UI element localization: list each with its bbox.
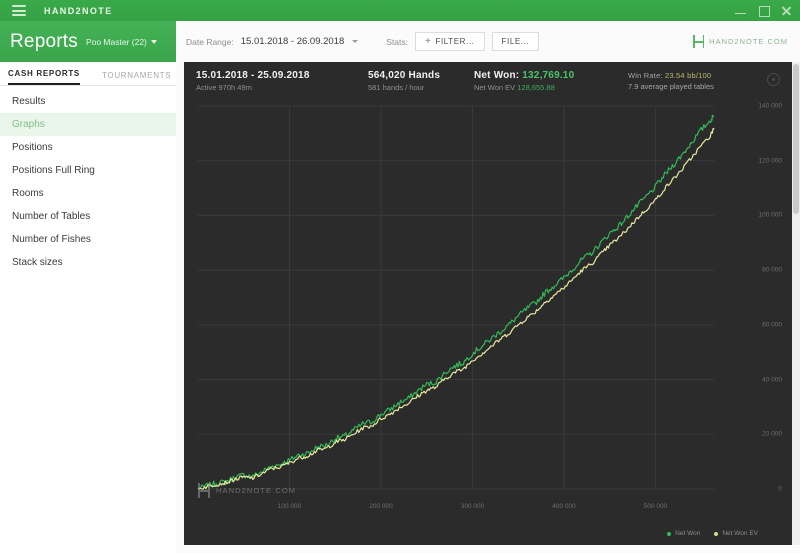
- chart-panel: 15.01.2018 - 25.09.2018 Active 970h 49m …: [184, 62, 792, 545]
- stat-date-range-value: 15.01.2018 - 25.09.2018: [196, 70, 310, 81]
- filter-button[interactable]: + FILTER...: [415, 32, 485, 51]
- sidebar-item-number-of-fishes[interactable]: Number of Fishes: [0, 228, 176, 251]
- legend-label-net-won: Net Won: [675, 530, 701, 537]
- file-button[interactable]: FILE...: [491, 32, 540, 51]
- x-axis-tick-label: 300 000: [460, 503, 485, 510]
- x-axis-tick-label: 500 000: [643, 503, 668, 510]
- y-axis-tick-label: 140 000: [758, 102, 783, 110]
- brand-logo: HAND2NOTE.COM: [693, 35, 788, 48]
- stat-net-won-ev-line: Net Won EV 128,655.88: [474, 83, 622, 92]
- stat-date-range: 15.01.2018 - 25.09.2018 Active 970h 49m: [196, 70, 368, 92]
- legend-dot-net-won-ev: [714, 531, 719, 536]
- toolbar: Date Range: 15.01.2018 - 26.09.2018 Stat…: [176, 21, 800, 62]
- stat-avg-tables: 7.9 average played tables: [628, 82, 714, 91]
- main-content: Date Range: 15.01.2018 - 26.09.2018 Stat…: [176, 21, 800, 553]
- chart-watermark: HAND2NOTE.COM: [198, 483, 296, 498]
- application-window: HAND2NOTE Reports Poo Master (22) CASH R…: [0, 0, 800, 553]
- sidebar: Reports Poo Master (22) CASH REPORTS TOU…: [0, 21, 176, 553]
- brand-text: HAND2NOTE.COM: [709, 37, 788, 46]
- sidebar-list: Results Graphs Positions Positions Full …: [0, 86, 176, 274]
- chevron-down-icon: [150, 39, 157, 44]
- stat-win-rate-label: Win Rate:: [628, 71, 663, 80]
- player-filter-label: Poo Master (22): [85, 36, 147, 47]
- sidebar-item-rooms[interactable]: Rooms: [0, 182, 176, 205]
- stat-net-won-label: Net Won:: [474, 70, 520, 81]
- stat-net-won-ev-value: 128,655.88: [517, 83, 555, 92]
- legend-dot-net-won: [667, 531, 672, 536]
- hand2note-h-icon-watermark: [198, 483, 210, 498]
- hand2note-h-icon: [693, 35, 705, 48]
- stat-win-rate-value: 23.54 bb/100: [665, 71, 712, 80]
- sidebar-item-positions[interactable]: Positions: [0, 136, 176, 159]
- gear-icon[interactable]: [767, 73, 780, 86]
- stats-label: Stats:: [386, 36, 409, 47]
- title-bar: HAND2NOTE: [0, 0, 800, 21]
- y-axis-tick-label: 100 000: [758, 211, 783, 219]
- stat-win-rate-line: Win Rate: 23.54 bb/100: [628, 71, 714, 80]
- y-axis-tick-label: 40 000: [762, 376, 782, 384]
- y-axis-tick-label: 80 000: [762, 266, 782, 274]
- date-range-value[interactable]: 15.01.2018 - 26.09.2018: [241, 36, 345, 47]
- sidebar-header: Reports Poo Master (22): [0, 21, 176, 62]
- legend-label-net-won-ev: Net Won EV: [722, 530, 758, 537]
- tab-tournaments[interactable]: TOURNAMENTS: [102, 71, 171, 85]
- stat-net-won-line: Net Won: 132,769.10: [474, 70, 622, 81]
- stat-net-won-ev-label: Net Won EV: [474, 83, 516, 92]
- window-controls: [735, 5, 792, 17]
- stats-summary: 15.01.2018 - 25.09.2018 Active 970h 49m …: [184, 62, 792, 100]
- maximize-icon[interactable]: [758, 5, 770, 17]
- legend-item-net-won[interactable]: Net Won: [667, 530, 700, 537]
- line-chart[interactable]: [184, 100, 792, 545]
- vertical-scrollbar[interactable]: [792, 62, 800, 545]
- sidebar-item-number-of-tables[interactable]: Number of Tables: [0, 205, 176, 228]
- stat-hands: 564,020 Hands 581 hands / hour: [368, 70, 474, 92]
- sidebar-item-stack-sizes[interactable]: Stack sizes: [0, 251, 176, 274]
- stat-net-won: Net Won: 132,769.10 Net Won EV 128,655.8…: [474, 70, 622, 92]
- tab-cash-reports[interactable]: CASH REPORTS: [8, 69, 80, 85]
- y-axis-tick-label: 120 000: [758, 157, 783, 165]
- hamburger-icon[interactable]: [12, 5, 26, 16]
- minimize-icon[interactable]: [735, 5, 746, 16]
- sidebar-tabs: CASH REPORTS TOURNAMENTS: [0, 62, 176, 86]
- stat-hands-per-hour: 581 hands / hour: [368, 83, 425, 92]
- page-title: Reports: [10, 30, 78, 52]
- chart-watermark-text: HAND2NOTE.COM: [216, 486, 297, 495]
- stat-hands-value: 564,020 Hands: [368, 70, 441, 81]
- scrollbar-thumb[interactable]: [793, 64, 799, 214]
- chart-legend: Net Won Net Won EV: [667, 530, 758, 537]
- y-axis-tick-label: 60 000: [762, 321, 782, 329]
- stat-active-time: Active 970h 49m: [196, 83, 252, 92]
- sidebar-item-graphs[interactable]: Graphs: [0, 113, 176, 136]
- x-axis-tick-label: 100 000: [277, 503, 302, 510]
- sidebar-item-positions-full-ring[interactable]: Positions Full Ring: [0, 159, 176, 182]
- app-title: HAND2NOTE: [44, 5, 113, 16]
- stat-win-rate: Win Rate: 23.54 bb/100 7.9 average playe…: [628, 71, 714, 91]
- x-axis-tick-label: 400 000: [552, 503, 576, 510]
- legend-item-net-won-ev[interactable]: Net Won EV: [714, 530, 758, 537]
- filter-button-label: FILTER...: [435, 37, 475, 46]
- plus-icon: +: [425, 35, 432, 47]
- y-axis-tick-label: 20 000: [762, 430, 782, 438]
- x-axis-tick-label: 200 000: [369, 503, 393, 510]
- player-filter-dropdown[interactable]: Poo Master (22): [86, 37, 157, 47]
- close-icon[interactable]: [781, 5, 792, 16]
- date-range-label: Date Range:: [186, 36, 234, 47]
- file-button-label: FILE...: [501, 37, 530, 46]
- stat-net-won-value: 132,769.10: [522, 70, 575, 81]
- date-range-chevron-down-icon[interactable]: [352, 40, 359, 43]
- y-axis-tick-label: 0: [778, 485, 782, 493]
- sidebar-item-results[interactable]: Results: [0, 90, 176, 113]
- plot-area: HAND2NOTE.COM Net Won Net Won EV 0 20 000…: [184, 100, 792, 545]
